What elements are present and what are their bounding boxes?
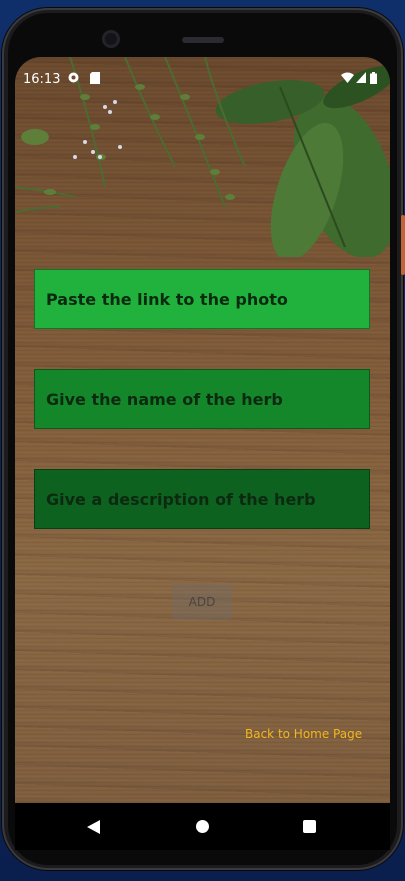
app-screen: 16:13 Paste the link to the photo Give t… bbox=[15, 57, 390, 803]
home-icon[interactable] bbox=[196, 820, 209, 833]
add-button[interactable]: ADD bbox=[172, 584, 232, 620]
app-notification-icon bbox=[68, 72, 79, 87]
sd-card-icon bbox=[90, 72, 100, 88]
back-icon[interactable] bbox=[87, 819, 100, 838]
power-button bbox=[401, 215, 405, 275]
status-bar: 16:13 bbox=[15, 57, 390, 89]
recents-icon[interactable] bbox=[303, 820, 316, 833]
earpiece-speaker bbox=[182, 37, 224, 43]
status-time: 16:13 bbox=[23, 72, 61, 87]
photo-link-placeholder: Paste the link to the photo bbox=[46, 289, 288, 309]
photo-link-input[interactable]: Paste the link to the photo bbox=[34, 269, 370, 329]
battery-icon bbox=[370, 72, 377, 88]
herb-description-placeholder: Give a description of the herb bbox=[46, 489, 316, 509]
wifi-icon bbox=[341, 72, 354, 87]
herb-description-input[interactable]: Give a description of the herb bbox=[34, 469, 370, 529]
herb-name-placeholder: Give the name of the herb bbox=[46, 389, 283, 409]
herb-name-input[interactable]: Give the name of the herb bbox=[34, 369, 370, 429]
navigation-bar bbox=[15, 803, 390, 850]
back-to-home-link[interactable]: Back to Home Page bbox=[245, 727, 362, 741]
front-camera-icon bbox=[102, 30, 120, 48]
signal-icon bbox=[356, 72, 366, 87]
